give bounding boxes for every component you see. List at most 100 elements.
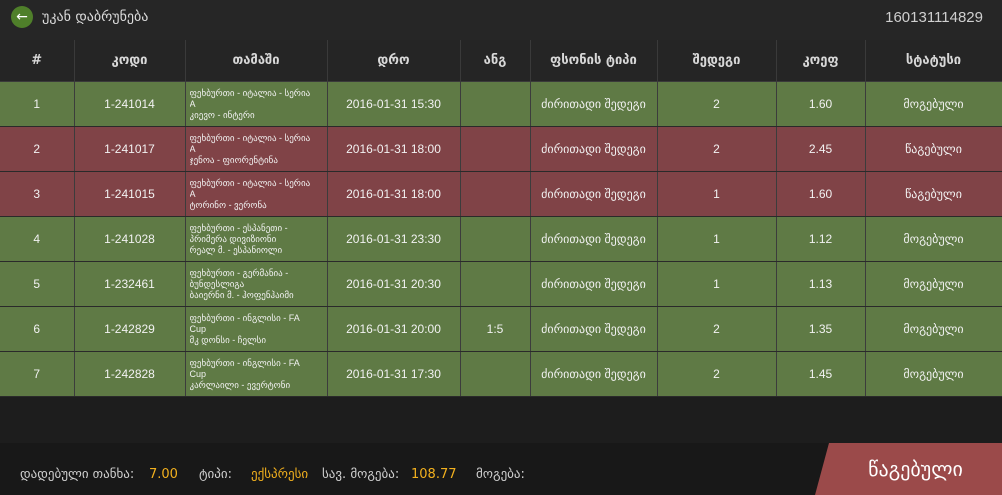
game-name-line: ფეხბურთი - ესპანეთი -	[189, 222, 288, 233]
handicap	[460, 171, 531, 217]
odds: 1.13	[776, 261, 866, 307]
col-header-number: #	[0, 40, 75, 82]
table-row[interactable]: 7 1-242828 ფეხბურთი - ინგლისი - FA Cup კარლა…	[0, 351, 1002, 397]
game-name-line: ტორინო - ვერონა	[189, 199, 267, 210]
bet-type: ძირითადი შედეგი	[530, 126, 658, 172]
event-time: 2016-01-31 20:00	[327, 306, 461, 352]
game-name-line: ფეხბურთი - იტალია - სერია	[189, 87, 311, 98]
game-name-line: კარლაილი - ევერტონი	[189, 379, 291, 390]
game-name-line: ფეხბურთი - იტალია - სერია	[189, 132, 311, 143]
bet-code: 1-241017	[74, 126, 186, 172]
col-header-odds: კოეფ	[776, 40, 866, 82]
row-number: 7	[0, 351, 75, 397]
bet-type: ძირითადი შედეგი	[530, 171, 658, 217]
stake-value: 7.00	[149, 467, 178, 482]
event-time: 2016-01-31 23:30	[327, 216, 461, 262]
game-name: ფეხბურთი - ესპანეთი - პრიმერა დივიზიონი რე…	[185, 216, 328, 262]
event-time: 2016-01-31 18:00	[327, 171, 461, 217]
bet-code: 1-241015	[74, 171, 186, 217]
ticket-id: 160131114829	[885, 9, 983, 26]
row-number: 1	[0, 81, 75, 127]
win-label: მოგება:	[476, 467, 525, 482]
ticket-status-badge: წაგებული	[815, 443, 1002, 495]
odds: 1.45	[776, 351, 866, 397]
game-name-line: ფეხბურთი - ინგლისი - FA	[189, 312, 300, 323]
game-name-line: მკ დონსი - ჩელსი	[189, 334, 267, 345]
row-number: 3	[0, 171, 75, 217]
bet-result: 2	[657, 126, 777, 172]
game-name: ფეხბურთი - ინგლისი - FA Cup მკ დონსი - ჩელ…	[185, 306, 328, 352]
bet-type: ძირითადი შედეგი	[530, 261, 658, 307]
bet-type: ძირითადი შედეგი	[530, 351, 658, 397]
type-value: ექსპრესი	[251, 467, 309, 482]
row-status: მოგებული	[865, 261, 1002, 307]
bet-code: 1-241014	[74, 81, 186, 127]
table-row[interactable]: 6 1-242829 ფეხბურთი - ინგლისი - FA Cup მკ დო…	[0, 306, 1002, 352]
arrow-left-icon[interactable]: ←	[11, 6, 33, 28]
row-status: მოგებული	[865, 81, 1002, 127]
row-number: 2	[0, 126, 75, 172]
game-name: ფეხბურთი - იტალია - სერია Aტორინო - ვერონ…	[185, 171, 328, 217]
col-header-code: კოდი	[74, 40, 186, 82]
table-row[interactable]: 1 1-241014 ფეხბურთი - იტალია - სერია Aკიევო…	[0, 81, 1002, 127]
bet-result: 1	[657, 216, 777, 262]
table-row[interactable]: 5 1-232461 ფეხბურთი - გერმანია - ბუნდესლიგა…	[0, 261, 1002, 307]
game-name-line: კიევო - ინტერი	[189, 109, 255, 120]
bet-code: 1-242829	[74, 306, 186, 352]
bet-code: 1-242828	[74, 351, 186, 397]
potential-win-label: სავ. მოგება:	[322, 467, 400, 482]
bet-code: 1-232461	[74, 261, 186, 307]
col-header-game: თამაში	[185, 40, 328, 82]
game-name-line: ჯენოა - ფიორენტინა	[189, 154, 278, 165]
odds: 1.60	[776, 81, 866, 127]
game-name-line: ფეხბურთი - იტალია - სერია	[189, 177, 311, 188]
handicap: 1:5	[460, 306, 531, 352]
bet-result: 2	[657, 81, 777, 127]
row-status: მოგებული	[865, 351, 1002, 397]
odds: 1.60	[776, 171, 866, 217]
row-status: მოგებული	[865, 216, 1002, 262]
odds: 1.35	[776, 306, 866, 352]
game-name: ფეხბურთი - იტალია - სერია Aჯენოა - ფიორენ…	[185, 126, 328, 172]
table-row[interactable]: 2 1-241017 ფეხბურთი - იტალია - სერია Aჯენოა…	[0, 126, 1002, 172]
col-header-status: სტატუსი	[865, 40, 1002, 82]
event-time: 2016-01-31 15:30	[327, 81, 461, 127]
row-number: 5	[0, 261, 75, 307]
table-header-row: # კოდი თამაში დრო ანგ ფსონის ტიპი შედეგი…	[0, 40, 1002, 82]
row-status: წაგებული	[865, 171, 1002, 217]
type-label: ტიპი:	[199, 467, 232, 482]
bet-result: 2	[657, 306, 777, 352]
event-time: 2016-01-31 20:30	[327, 261, 461, 307]
row-number: 6	[0, 306, 75, 352]
game-name-line: A	[189, 143, 196, 154]
game-name-line: ბუნდესლიგა	[189, 278, 245, 289]
game-name-line: ბაიერნი მ. - ჰოფენჰაიმი	[189, 289, 294, 300]
event-time: 2016-01-31 18:00	[327, 126, 461, 172]
game-name-line: ფეხბურთი - გერმანია -	[189, 267, 289, 278]
table-row[interactable]: 3 1-241015 ფეხბურთი - იტალია - სერია Aტორინ…	[0, 171, 1002, 217]
row-number: 4	[0, 216, 75, 262]
game-name-line: Cup	[189, 368, 207, 379]
game-name-line: A	[189, 98, 196, 109]
potential-win-value: 108.77	[411, 467, 457, 482]
game-name-line: ფეხბურთი - ინგლისი - FA	[189, 357, 300, 368]
bet-type: ძირითადი შედეგი	[530, 216, 658, 262]
game-name-line: A	[189, 188, 196, 199]
bets-table: # კოდი თამაში დრო ანგ ფსონის ტიპი შედეგი…	[0, 40, 1002, 397]
bet-type: ძირითადი შედეგი	[530, 81, 658, 127]
table-row[interactable]: 4 1-241028 ფეხბურთი - ესპანეთი - პრიმერა დი…	[0, 216, 1002, 262]
top-bar: ← უკან დაბრუნება 160131114829	[0, 0, 1002, 40]
handicap	[460, 216, 531, 262]
back-button-label[interactable]: უკან დაბრუნება	[42, 9, 148, 25]
game-name-line: რეალ მ. - ესპანიოლი	[189, 244, 283, 255]
game-name-line: Cup	[189, 323, 207, 334]
handicap	[460, 351, 531, 397]
event-time: 2016-01-31 17:30	[327, 351, 461, 397]
game-name: ფეხბურთი - გერმანია - ბუნდესლიგა ბაიერნი მ…	[185, 261, 328, 307]
col-header-time: დრო	[327, 40, 461, 82]
row-status: წაგებული	[865, 126, 1002, 172]
odds: 2.45	[776, 126, 866, 172]
col-header-handicap: ანგ	[460, 40, 531, 82]
bet-code: 1-241028	[74, 216, 186, 262]
bet-result: 2	[657, 351, 777, 397]
